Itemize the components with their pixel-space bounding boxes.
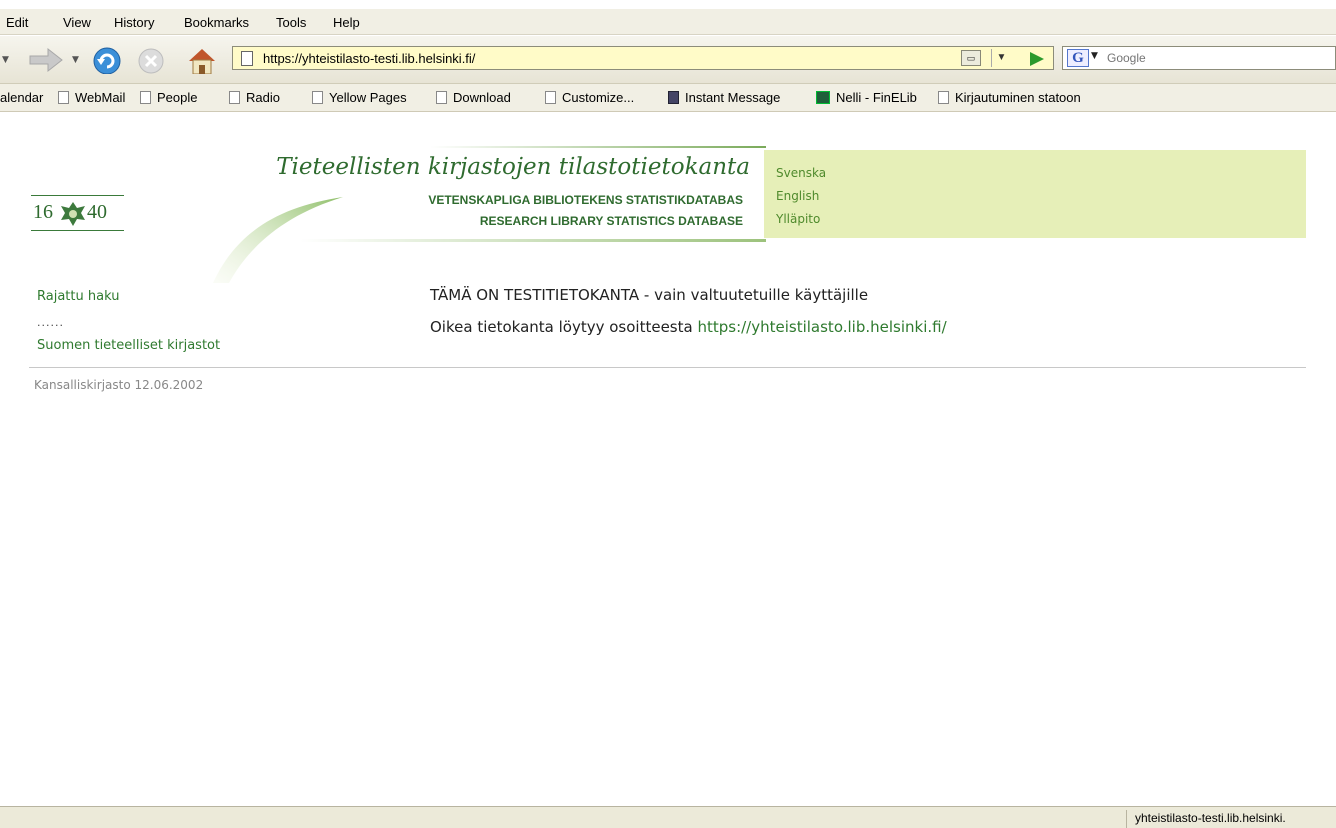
bookmark-kirjautuminen[interactable]: Kirjautuminen statoon [938, 90, 1081, 105]
menu-history[interactable]: History [114, 15, 154, 30]
test-database-notice: TÄMÄ ON TESTITIETOKANTA - vain valtuutet… [430, 286, 869, 304]
reload-icon[interactable] [92, 46, 124, 74]
menu-bar: Edit View History Bookmarks Tools Help [0, 9, 1336, 35]
status-host: yhteistilasto-testi.lib.helsinki. [1126, 810, 1336, 828]
forward-dropdown-icon[interactable]: ▼ [72, 55, 79, 65]
site-subtitle-english: RESEARCH LIBRARY STATISTICS DATABASE [479, 214, 743, 228]
logo-year-left: 16 [33, 201, 53, 223]
footer-text: Kansalliskirjasto 12.06.2002 [34, 378, 204, 392]
bookmark-calendar[interactable]: alendar [0, 90, 43, 105]
national-library-logo: 16 40 [31, 195, 124, 231]
bookmark-instant-message[interactable]: Instant Message [668, 90, 780, 105]
security-icon[interactable]: ▭ [961, 50, 981, 66]
forward-arrow-icon[interactable] [26, 46, 66, 74]
back-dropdown-icon[interactable]: ▼ [2, 55, 9, 65]
production-database-link[interactable]: https://yhteistilasto.lib.helsinki.fi/ [697, 318, 946, 336]
menu-view[interactable]: View [63, 15, 91, 30]
bookmark-people[interactable]: People [140, 90, 197, 105]
bookmark-webmail[interactable]: WebMail [58, 90, 125, 105]
redirect-text: Oikea tietokanta löytyy osoitteesta [430, 318, 693, 336]
language-links: Svenska English Ylläpito [776, 162, 826, 231]
crest-icon [61, 202, 85, 226]
header-banner [764, 150, 1306, 238]
page-icon [436, 91, 447, 104]
url-text[interactable]: https://yhteistilasto-testi.lib.helsinki… [263, 51, 475, 66]
go-icon[interactable] [1027, 50, 1047, 68]
nav-suomen-tieteelliset-kirjastot[interactable]: Suomen tieteelliset kirjastot [37, 338, 220, 353]
menu-bookmarks[interactable]: Bookmarks [184, 15, 249, 30]
header-rule-top [430, 146, 766, 148]
page-icon [938, 91, 949, 104]
bookmark-customize[interactable]: Customize... [545, 90, 634, 105]
logo-year-right: 40 [87, 201, 107, 223]
bookmark-yellow-pages[interactable]: Yellow Pages [312, 90, 407, 105]
bookmarks-toolbar: alendar WebMail People Radio Yellow Page… [0, 84, 1336, 112]
stop-icon[interactable] [137, 46, 167, 74]
menu-tools[interactable]: Tools [276, 15, 306, 30]
url-dropdown-icon[interactable]: ▼ [991, 49, 1011, 67]
link-english[interactable]: English [776, 185, 826, 208]
nelli-icon [816, 91, 830, 104]
search-box[interactable]: G ▼ [1062, 46, 1336, 70]
home-icon[interactable] [186, 46, 218, 74]
page-icon [312, 91, 323, 104]
page-icon [229, 91, 240, 104]
nav-rajattu-haku[interactable]: Rajattu haku [37, 289, 119, 304]
menu-edit[interactable]: Edit [6, 15, 28, 30]
bookmark-download[interactable]: Download [436, 90, 511, 105]
link-yllapito[interactable]: Ylläpito [776, 208, 826, 231]
url-bar[interactable]: https://yhteistilasto-testi.lib.helsinki… [232, 46, 1054, 70]
swoosh-decoration [213, 197, 343, 283]
nav-separator: ...... [37, 316, 64, 329]
page-icon [241, 51, 253, 66]
page-icon [140, 91, 151, 104]
search-engine-dropdown-icon[interactable]: ▼ [1091, 51, 1098, 61]
page-icon [58, 91, 69, 104]
menu-help[interactable]: Help [333, 15, 360, 30]
google-icon[interactable]: G [1067, 49, 1089, 67]
header-rule-bottom [300, 239, 766, 242]
search-input[interactable] [1105, 50, 1325, 66]
bookmark-radio[interactable]: Radio [229, 90, 280, 105]
status-bar: yhteistilasto-testi.lib.helsinki. [0, 806, 1336, 828]
site-title: Tieteellisten kirjastojen tilastotietoka… [276, 154, 750, 180]
bookmark-nelli[interactable]: Nelli - FinELib [816, 90, 917, 105]
site-subtitle-swedish: VETENSKAPLIGA BIBLIOTEKENS STATISTIKDATA… [428, 193, 743, 207]
footer-divider [29, 367, 1306, 368]
page-icon [545, 91, 556, 104]
link-svenska[interactable]: Svenska [776, 162, 826, 185]
instant-message-icon [668, 91, 679, 104]
redirect-notice: Oikea tietokanta löytyy osoitteesta http… [430, 318, 947, 336]
